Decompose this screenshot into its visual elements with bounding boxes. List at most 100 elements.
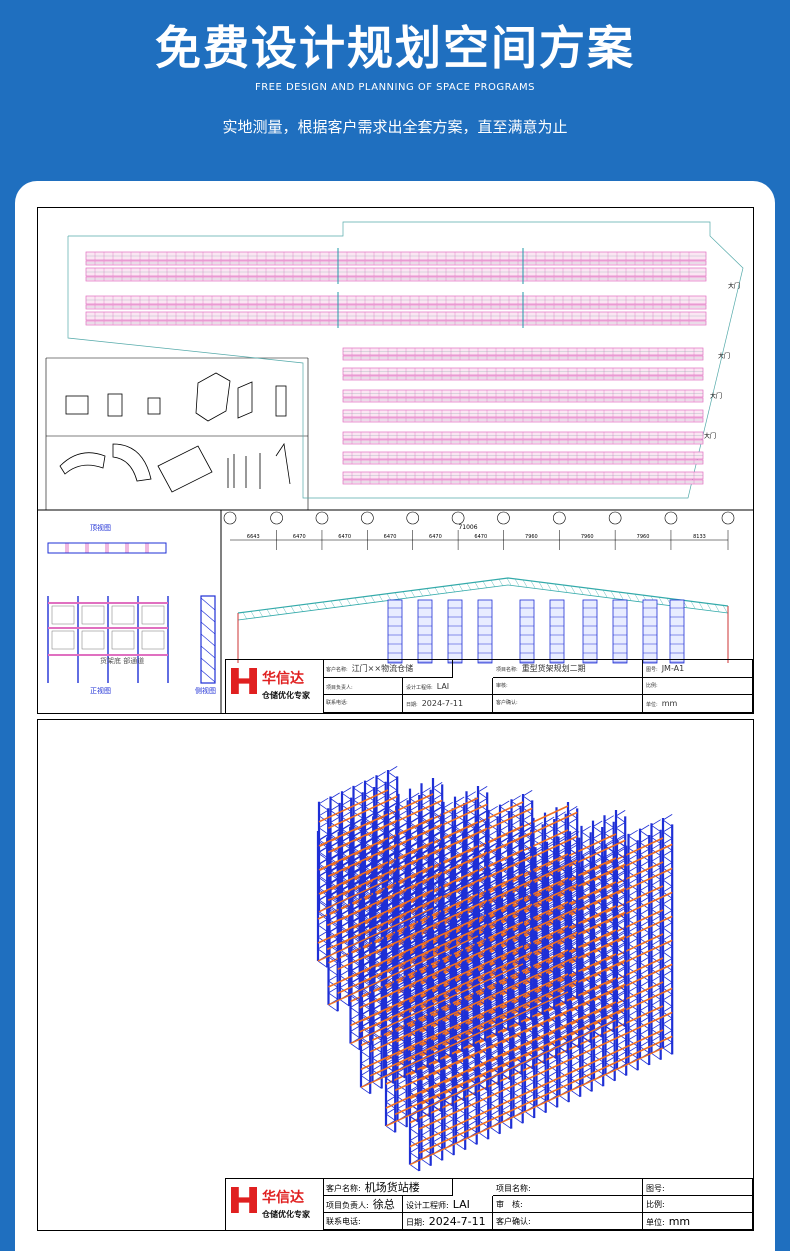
iso-brace bbox=[639, 944, 650, 951]
iso-brace bbox=[328, 962, 338, 970]
iso-brace bbox=[662, 838, 673, 845]
iso-brace bbox=[628, 829, 638, 837]
iso-frame-strut bbox=[490, 1127, 500, 1135]
iso-brace bbox=[490, 1085, 500, 1092]
top-view-bay bbox=[67, 542, 87, 554]
iso-frame-strut bbox=[567, 823, 578, 831]
iso-brace bbox=[628, 973, 638, 981]
iso-brace bbox=[628, 949, 638, 957]
iso-brace bbox=[628, 1009, 638, 1017]
iso-brace bbox=[651, 819, 661, 826]
iso-brace bbox=[455, 1125, 466, 1132]
logo-slogan: 仓储优化专家 bbox=[262, 691, 310, 700]
iso-brace bbox=[662, 826, 673, 833]
truss-web bbox=[434, 587, 440, 595]
iso-brace bbox=[432, 782, 443, 789]
iso-brace bbox=[639, 920, 650, 927]
iso-brace bbox=[432, 794, 443, 801]
iso-frame-strut bbox=[524, 1111, 535, 1119]
iso-brace bbox=[455, 1113, 466, 1120]
iso-brace bbox=[544, 816, 555, 823]
iso-brace bbox=[443, 801, 453, 809]
iso-brace bbox=[372, 1040, 382, 1047]
title-block-1-grid: 客户名称: 江门××物流仓储 项目名称: 重型货架规划二期 图号: JM-A1 项目负责人:… bbox=[323, 660, 753, 713]
iso-brace bbox=[536, 1076, 546, 1083]
iso-frame-strut bbox=[604, 820, 614, 829]
truss-web bbox=[426, 588, 432, 596]
iso-brace bbox=[651, 879, 661, 886]
isometric-rack-model bbox=[316, 766, 674, 1172]
iso-brace bbox=[651, 891, 661, 898]
iso-frame-strut bbox=[662, 831, 673, 839]
side-brace bbox=[200, 621, 216, 635]
truss-web bbox=[530, 580, 536, 589]
iso-frame-strut bbox=[582, 1084, 592, 1092]
iso-frame-strut bbox=[501, 1121, 512, 1129]
iso-brace bbox=[522, 802, 533, 809]
iso-brace bbox=[639, 992, 650, 999]
iso-brace bbox=[662, 886, 673, 893]
top-view-bay bbox=[147, 542, 167, 554]
logo-name: 华信达 bbox=[262, 671, 304, 687]
iso-brace bbox=[398, 797, 408, 805]
page-title: 免费设计规划空间方案 bbox=[155, 21, 635, 75]
iso-brace bbox=[490, 1097, 500, 1104]
cad-layout-svg: 大门 大门 大门 大门 顶视图 货架底 部通道 正视图 侧视图 6643 6470 bbox=[38, 221, 753, 713]
iso-brace bbox=[605, 1032, 615, 1039]
iso-brace bbox=[628, 913, 638, 921]
bay-dimension: 7960 bbox=[581, 534, 594, 540]
truss-web bbox=[314, 602, 320, 611]
iso-brace bbox=[454, 796, 465, 803]
top-view-bay bbox=[107, 542, 127, 554]
pallet-load bbox=[111, 605, 135, 625]
truss-web bbox=[330, 600, 336, 609]
title-cell-value: JM-A1 bbox=[661, 664, 685, 673]
iso-brace bbox=[651, 975, 661, 982]
pallet-load bbox=[81, 630, 105, 650]
iso-brace bbox=[651, 999, 661, 1006]
iso-frame-strut bbox=[513, 1116, 523, 1124]
iso-brace bbox=[651, 927, 661, 934]
column-grid-bubble bbox=[553, 511, 566, 525]
iso-brace bbox=[651, 963, 661, 970]
iso-brace bbox=[409, 1146, 420, 1153]
total-dimension: 71006 bbox=[458, 524, 477, 531]
truss-web bbox=[594, 588, 600, 597]
iso-brace bbox=[662, 850, 673, 857]
iso-frame-strut bbox=[478, 1132, 489, 1140]
iso-brace bbox=[639, 860, 650, 867]
iso-brace bbox=[533, 833, 543, 841]
truss-web bbox=[506, 578, 512, 586]
iso-frame-strut bbox=[639, 830, 650, 838]
iso-frame-strut bbox=[385, 1125, 396, 1133]
title-cell-value: mm bbox=[661, 699, 678, 709]
truss-web bbox=[394, 592, 400, 600]
pallet-load bbox=[51, 605, 75, 625]
iso-frame-strut bbox=[360, 1075, 371, 1083]
logo-box: 华信达 仓储优化专家 bbox=[226, 660, 324, 713]
truss-web bbox=[362, 596, 368, 604]
iso-frame-strut bbox=[339, 999, 350, 1007]
truss-web bbox=[322, 601, 328, 610]
truss-web bbox=[690, 601, 696, 609]
iso-frame-strut bbox=[639, 1058, 650, 1066]
iso-brace bbox=[662, 958, 673, 965]
truss-web bbox=[418, 589, 424, 597]
iso-frame-strut bbox=[662, 999, 673, 1007]
title-cell: 联系电话: bbox=[323, 695, 403, 713]
truss-web bbox=[282, 607, 288, 615]
iso-brace bbox=[385, 1108, 396, 1115]
iso-brace bbox=[467, 1120, 477, 1127]
iso-brace bbox=[628, 961, 638, 969]
iso-frame-strut bbox=[421, 1158, 431, 1167]
iso-frame-strut bbox=[467, 1137, 477, 1145]
page-header: 免费设计规划空间方案 FREE DESIGN AND PLANNING OF S… bbox=[0, 0, 790, 180]
title-cell: 客户名称: 江门××物流仓储 bbox=[323, 660, 453, 678]
iso-brace bbox=[662, 1042, 673, 1049]
truss-web bbox=[554, 583, 560, 592]
truss-web bbox=[578, 586, 584, 595]
iso-brace bbox=[628, 1045, 638, 1053]
iso-brace bbox=[593, 1061, 604, 1069]
iso-frame-strut bbox=[350, 1031, 360, 1039]
iso-brace bbox=[616, 1051, 627, 1058]
